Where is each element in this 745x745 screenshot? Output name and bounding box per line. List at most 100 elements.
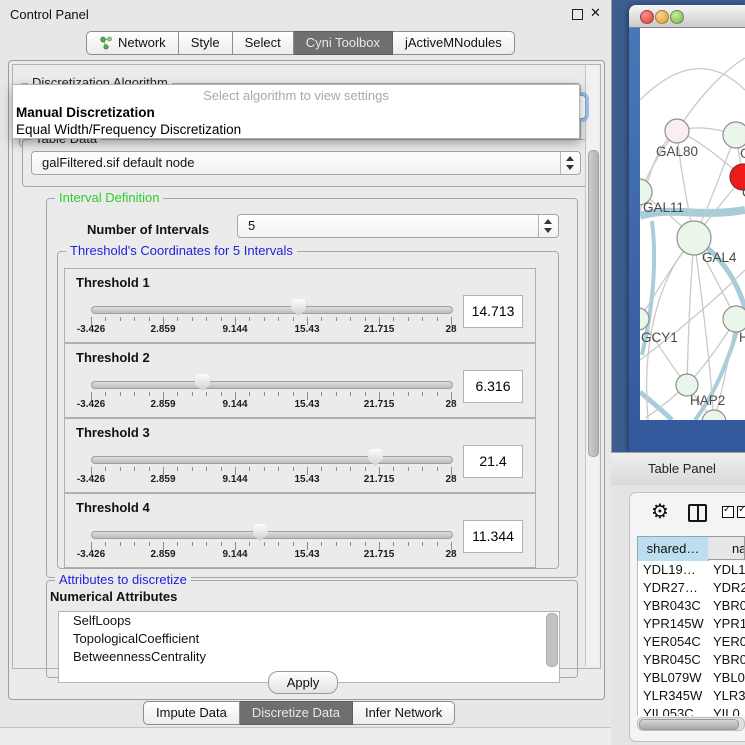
threshold-value-field[interactable]: 6.316 xyxy=(463,370,523,403)
node-label: GAL11 xyxy=(643,200,684,215)
threshold-value-field[interactable]: 14.713 xyxy=(463,295,523,328)
slider-tick-label: -3.426 xyxy=(59,474,123,485)
table-row[interactable]: YPR145WYPR1 xyxy=(638,615,745,633)
network-icon xyxy=(99,36,113,50)
slider-tick-label: 15.43 xyxy=(275,399,339,410)
form-scrollbar-track[interactable] xyxy=(585,65,599,666)
split-columns-icon[interactable] xyxy=(688,504,707,522)
node-label: HAP2 xyxy=(690,393,725,408)
table-row[interactable]: YIL053CYIL0 xyxy=(638,705,745,716)
cell-shared-name: YBL079W xyxy=(638,669,709,687)
dropdown-option[interactable]: Equal Width/Frequency Discretization xyxy=(13,121,579,138)
group-table-data: Table Data galFiltered.sif default node xyxy=(22,139,588,187)
combo-stepper-icon[interactable] xyxy=(538,215,558,237)
checkbox-icon[interactable]: ✓ xyxy=(722,506,734,518)
slider-tick-label: 9.144 xyxy=(203,399,267,410)
slider-tick-label: 21.715 xyxy=(347,474,411,485)
table-row[interactable]: YLR345WYLR3 xyxy=(638,687,745,705)
cell-shared-name: YER054C xyxy=(638,633,709,651)
table-row[interactable]: YDL19…YDL1 xyxy=(638,561,745,579)
list-scrollbar[interactable] xyxy=(546,613,558,667)
column-header-shared-name[interactable]: shared… xyxy=(637,536,709,562)
combo-stepper-icon[interactable] xyxy=(560,152,580,174)
list-item[interactable]: SelfLoops xyxy=(59,612,559,630)
list-item[interactable]: BetweennessCentrality xyxy=(59,648,559,666)
threshold-value-field[interactable]: 21.4 xyxy=(463,445,523,478)
threshold-panel-3: Threshold 3-3.4262.8599.14415.4321.71528… xyxy=(64,418,536,493)
node-label: GCY1 xyxy=(641,330,678,345)
group-title: Threshold's Coordinates for 5 Intervals xyxy=(66,243,297,258)
tab-style[interactable]: Style xyxy=(179,31,233,55)
table-row[interactable]: YDR27…YDR2 xyxy=(638,579,745,597)
minimize-traffic-light-icon[interactable] xyxy=(655,10,669,24)
cell-name: YLR3 xyxy=(709,687,745,705)
tab-label: Network xyxy=(118,32,166,54)
top-tab-bar: Network Style Select Cyni Toolbox jActiveMNo… xyxy=(86,31,515,55)
algorithm-dropdown-popup: Select algorithm to view settings Manual… xyxy=(12,84,580,139)
slider-tick-label: 15.43 xyxy=(275,549,339,560)
tab-jactivemnodules[interactable]: jActiveMNodules xyxy=(393,31,515,55)
group-title: Attributes to discretize xyxy=(55,572,191,587)
network-canvas[interactable]: GAL80GACGAL11GAL4GCY1HHAP2 xyxy=(640,28,745,420)
threshold-label: Threshold 2 xyxy=(76,350,150,365)
tab-label: Cyni Toolbox xyxy=(306,32,380,54)
table-row[interactable]: YBL079WYBL0 xyxy=(638,669,745,687)
dropdown-prompt: Select algorithm to view settings xyxy=(13,85,579,104)
tab-cyni-toolbox[interactable]: Cyni Toolbox xyxy=(294,31,393,55)
tab-impute-data[interactable]: Impute Data xyxy=(143,701,240,725)
cell-name: YDL1 xyxy=(709,561,745,579)
network-node-ga[interactable] xyxy=(723,122,745,148)
slider-track[interactable] xyxy=(91,531,453,539)
tab-infer-network[interactable]: Infer Network xyxy=(353,701,455,725)
apply-button[interactable]: Apply xyxy=(268,671,338,694)
panel-title: Control Panel xyxy=(10,7,89,22)
threshold-panel-4: Threshold 4-3.4262.8599.14415.4321.71528… xyxy=(64,493,536,568)
node-label: GAL4 xyxy=(702,250,737,265)
tab-select[interactable]: Select xyxy=(233,31,294,55)
number-of-intervals-combobox[interactable]: 5 xyxy=(237,214,559,238)
slider-track[interactable] xyxy=(91,456,453,464)
table-hscrollbar-thumb[interactable] xyxy=(639,719,739,730)
node-label: GA xyxy=(740,146,745,161)
zoom-traffic-light-icon[interactable] xyxy=(670,10,684,24)
group-title: Interval Definition xyxy=(55,190,163,205)
slider-track[interactable] xyxy=(91,381,453,389)
cell-name: YPR1 xyxy=(709,615,745,633)
slider-tick-label: 9.144 xyxy=(203,324,267,335)
table-row[interactable]: YBR043CYBR0 xyxy=(638,597,745,615)
table-rows[interactable]: YDL19…YDL1YDR27…YDR2YBR043CYBR0YPR145WYP… xyxy=(637,561,745,716)
slider-tick-label: 2.859 xyxy=(131,474,195,485)
gear-icon[interactable]: ⚙ xyxy=(651,499,669,524)
node-attribute-table: shared… na YDL19…YDL1YDR27…YDR2YBR043CYB… xyxy=(637,536,745,716)
list-item[interactable]: TopologicalCoefficient xyxy=(59,630,559,648)
tab-label: Select xyxy=(245,32,281,54)
tab-network[interactable]: Network xyxy=(86,31,179,55)
column-header-name[interactable]: na xyxy=(708,536,745,560)
tab-label: Discretize Data xyxy=(252,702,340,724)
dropdown-option[interactable]: Manual Discretization xyxy=(13,104,579,121)
threshold-label: Threshold 4 xyxy=(76,500,150,515)
close-traffic-light-icon[interactable] xyxy=(640,10,654,24)
float-window-icon[interactable] xyxy=(572,9,583,20)
tab-label: Impute Data xyxy=(156,702,227,724)
table-row[interactable]: YER054CYER0 xyxy=(638,633,745,651)
slider-tick-label: 2.859 xyxy=(131,324,195,335)
threshold-label: Threshold 3 xyxy=(76,425,150,440)
threshold-value-field[interactable]: 11.344 xyxy=(463,520,523,553)
slider-tick-label: -3.426 xyxy=(59,549,123,560)
network-node-gal80[interactable] xyxy=(665,119,689,143)
table-data-combobox[interactable]: galFiltered.sif default node xyxy=(31,151,581,175)
tab-discretize-data[interactable]: Discretize Data xyxy=(240,701,353,725)
slider-track[interactable] xyxy=(91,306,453,314)
network-node-h[interactable] xyxy=(723,306,745,332)
form-scrollbar-thumb[interactable] xyxy=(588,150,599,457)
table-row[interactable]: YBR045CYBR0 xyxy=(638,651,745,669)
close-icon[interactable]: ✕ xyxy=(590,5,601,21)
checkbox-icon[interactable]: ✓ xyxy=(737,506,745,518)
cell-name: YIL0 xyxy=(709,705,745,716)
number-of-intervals-value: 5 xyxy=(248,215,255,237)
slider-tick-label: 9.144 xyxy=(203,474,267,485)
slider-tick-label: 21.715 xyxy=(347,549,411,560)
group-interval-definition: Interval Definition Number of Intervals … xyxy=(46,198,578,578)
threshold-label: Threshold 1 xyxy=(76,275,150,290)
